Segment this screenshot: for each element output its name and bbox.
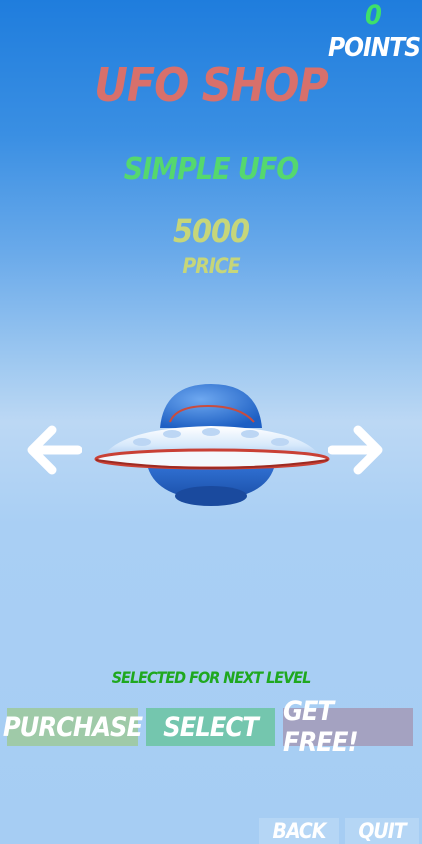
select-button[interactable]: SELECT (146, 708, 275, 746)
arrow-left-icon[interactable] (26, 424, 83, 476)
purchase-button[interactable]: PURCHASE (3, 708, 143, 746)
price-label: PRICE (182, 254, 240, 278)
arrow-right-icon[interactable] (327, 424, 384, 476)
ufo-model (90, 376, 332, 516)
quit-button[interactable]: QUIT (345, 818, 419, 844)
item-name: SIMPLE UFO (123, 152, 299, 187)
back-button[interactable]: BACK (259, 818, 339, 844)
selected-status: SELECTED FOR NEXT LEVEL (111, 668, 312, 687)
points-value: 0 (365, 0, 382, 31)
shop-title: UFO SHOP (94, 58, 328, 112)
price-value: 5000 (172, 212, 250, 250)
points-display: 0 POINTS (328, 0, 421, 61)
get-free-button[interactable]: GET FREE! (283, 696, 413, 758)
